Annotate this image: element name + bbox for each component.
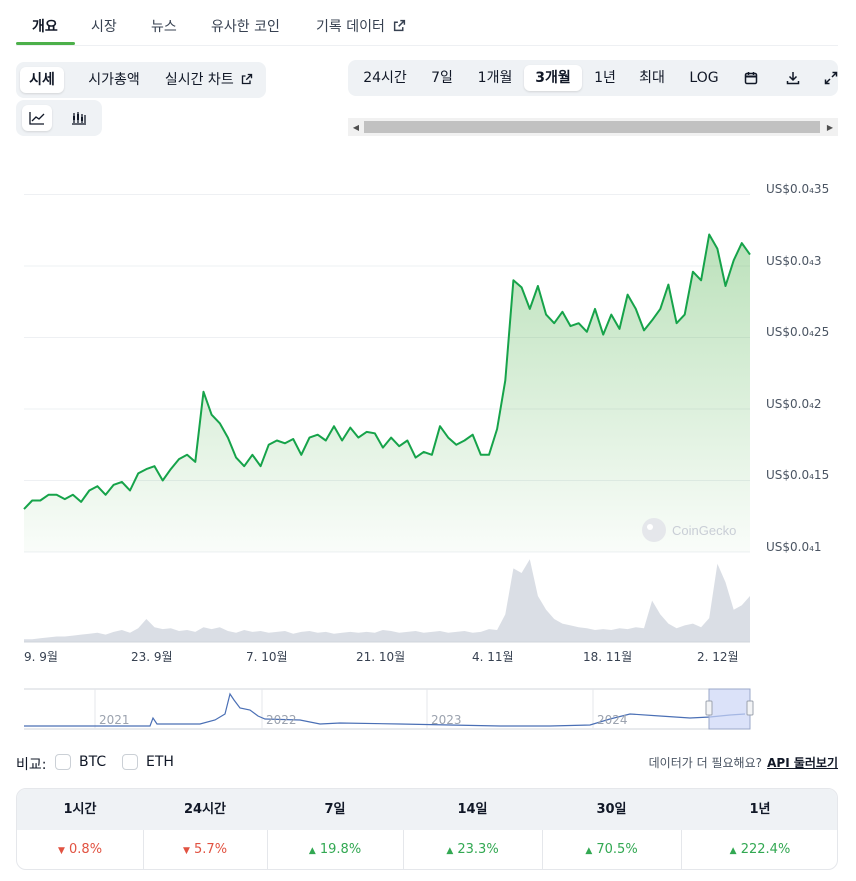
api-question-text: 데이터가 더 필요해요?: [648, 756, 762, 770]
chart-type-toggle: [16, 100, 102, 136]
compare-eth-checkbox[interactable]: [122, 754, 138, 770]
range-max-button[interactable]: 최대: [632, 65, 672, 91]
header-7d: 7일: [324, 802, 346, 817]
caret-up-icon: ▲: [446, 846, 454, 856]
table-header: 1시간 24시간 7일 14일 30일 1년: [17, 789, 837, 830]
navigator-handle-left[interactable]: [705, 700, 713, 716]
caret-up-icon: ▲: [585, 846, 593, 856]
compare-label: 비교:: [16, 757, 47, 773]
range-1y-button[interactable]: 1년: [588, 65, 622, 91]
tab-news[interactable]: 뉴스: [151, 16, 177, 36]
range-7d-button[interactable]: 7일: [422, 65, 462, 91]
tab-overview[interactable]: 개요: [32, 16, 58, 36]
line-chart-icon: [29, 112, 45, 125]
range-scrollbar[interactable]: ◀ ▶: [348, 118, 838, 136]
divider: [16, 45, 838, 46]
caret-down-icon: ▼: [182, 846, 190, 856]
change-14d: ▲ 23.3%: [403, 830, 542, 869]
date-picker-button[interactable]: [736, 65, 766, 91]
download-button[interactable]: [778, 65, 808, 91]
tab-historical-data-label: 기록 데이터: [316, 19, 385, 35]
live-chart-label: 실시간 차트: [164, 72, 234, 88]
price-view-button[interactable]: 시세: [20, 67, 64, 93]
y-tick-label: US$0.0₄1: [766, 540, 822, 554]
scroll-left-icon[interactable]: ◀: [348, 118, 364, 136]
x-tick-label: 18. 11월: [583, 650, 633, 664]
api-link[interactable]: API 둘러보기: [767, 754, 838, 771]
caret-up-icon: ▲: [308, 846, 316, 856]
x-tick-label: 7. 10월: [246, 650, 288, 664]
y-tick-label: US$0.0₄2: [766, 397, 822, 411]
candlestick-chart-icon: [72, 112, 86, 125]
navigator-year-label: 2021: [99, 713, 130, 727]
calendar-icon: [744, 72, 758, 85]
tab-historical-data[interactable]: 기록 데이터: [316, 16, 406, 36]
x-tick-label: 2. 12월: [697, 650, 739, 664]
y-tick-label: US$0.0₄25: [766, 325, 830, 339]
navigator-year-label: 2022: [266, 713, 297, 727]
line-chart-button[interactable]: [22, 105, 52, 131]
tab-markets[interactable]: 시장: [91, 16, 117, 36]
header-14d: 14일: [457, 802, 488, 817]
price-change-table: 1시간 24시간 7일 14일 30일 1년 ▼ 0.8% ▼ 5.7% ▲ 1…: [16, 788, 838, 870]
x-tick-label: 23. 9월: [131, 650, 173, 664]
expand-icon: [824, 71, 838, 85]
caret-down-icon: ▼: [57, 846, 65, 856]
chart-view-toggle: 시세 시가총액 실시간 차트: [16, 62, 266, 98]
header-24h: 24시간: [183, 802, 226, 817]
navigator-year-label: 2023: [431, 713, 462, 727]
range-1m-button[interactable]: 1개월: [470, 65, 520, 91]
price-chart[interactable]: CoinGecko: [0, 150, 856, 670]
change-value: 19.8%: [319, 842, 362, 857]
market-cap-view-button[interactable]: 시가총액: [72, 67, 156, 93]
time-range-toggle: 24시간 7일 1개월 3개월 1년 최대 LOG: [348, 60, 838, 96]
download-icon: [786, 72, 800, 85]
candlestick-chart-button[interactable]: [64, 105, 94, 131]
tab-similar-coins[interactable]: 유사한 코인: [211, 16, 280, 36]
x-tick-label: 9. 9월: [24, 650, 58, 664]
navigator-handle-right[interactable]: [746, 700, 754, 716]
change-7d: ▲ 19.8%: [267, 830, 403, 869]
range-3m-button[interactable]: 3개월: [524, 65, 582, 91]
external-link-icon: [241, 73, 253, 85]
caret-up-icon: ▲: [729, 846, 737, 856]
header-1h: 1시간: [63, 802, 97, 817]
navigator-year-label: 2024: [597, 713, 628, 727]
compare-btc-label[interactable]: BTC: [79, 754, 106, 770]
change-24h: ▼ 5.7%: [143, 830, 267, 869]
x-tick-label: 21. 10월: [356, 650, 406, 664]
y-tick-label: US$0.0₄35: [766, 182, 830, 196]
price-area: [24, 234, 750, 552]
navigator-series: [24, 692, 746, 727]
compare-eth-label[interactable]: ETH: [146, 754, 174, 770]
watermark-text: CoinGecko: [672, 523, 736, 538]
top-tab-bar: 개요 시장 뉴스 유사한 코인 기록 데이터: [0, 0, 856, 46]
volume-area: [24, 559, 750, 642]
change-value: 0.8%: [69, 842, 103, 857]
navigator-selection[interactable]: [708, 688, 751, 730]
header-1y: 1년: [749, 802, 771, 817]
y-tick-label: US$0.0₄3: [766, 254, 822, 268]
change-value: 70.5%: [596, 842, 638, 857]
scrollbar-thumb[interactable]: [364, 121, 820, 133]
external-link-icon: [394, 19, 406, 32]
live-chart-link[interactable]: 실시간 차트: [156, 67, 262, 93]
change-value: 222.4%: [740, 842, 791, 857]
header-30d: 30일: [596, 802, 627, 817]
y-tick-label: US$0.0₄15: [766, 468, 830, 482]
scroll-right-icon[interactable]: ▶: [822, 118, 838, 136]
change-30d: ▲ 70.5%: [542, 830, 681, 869]
change-value: 23.3%: [457, 842, 499, 857]
range-24h-button[interactable]: 24시간: [356, 65, 414, 91]
fullscreen-button[interactable]: [818, 65, 838, 91]
x-tick-label: 4. 11월: [472, 650, 514, 664]
log-scale-button[interactable]: LOG: [682, 65, 726, 91]
change-1y: ▲ 222.4%: [681, 830, 837, 869]
compare-btc-checkbox[interactable]: [55, 754, 71, 770]
change-1h: ▼ 0.8%: [17, 830, 143, 869]
change-value: 5.7%: [194, 842, 228, 857]
